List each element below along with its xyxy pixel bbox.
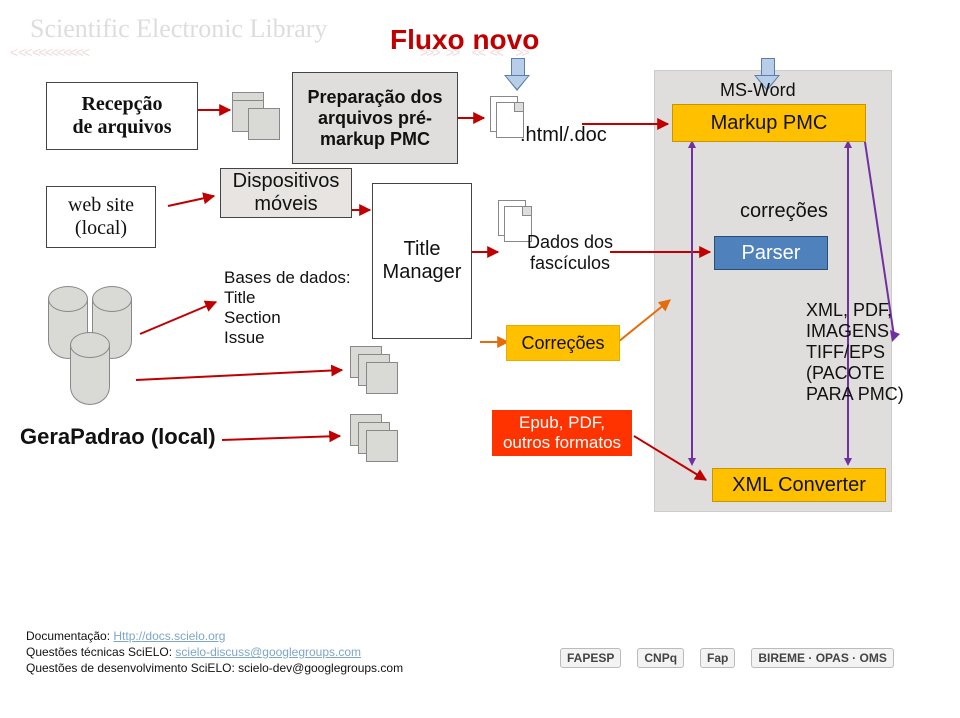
text: IMAGENS [806, 321, 946, 342]
text: Preparação dos [307, 87, 442, 108]
box-title-manager: Title Manager [372, 183, 472, 339]
label-correcoes: correções [740, 200, 828, 223]
text: PARA PMC) [806, 384, 946, 405]
footer-doc-link[interactable]: Http://docs.scielo.org [113, 629, 225, 643]
text: Bases de dados: [224, 268, 384, 288]
footer: Documentação: Http://docs.scielo.org Que… [26, 628, 403, 677]
text: (local) [75, 217, 127, 240]
text: móveis [254, 193, 317, 216]
label-dados: Dados dos fascículos [520, 232, 620, 274]
box-dispositivos: Dispositivos móveis [220, 168, 352, 218]
logo-fap: Fap [700, 648, 735, 668]
text: Dados dos [520, 232, 620, 253]
text: Recepção [81, 93, 162, 116]
logo-cnpq: CNPq [637, 648, 684, 668]
text: Epub, PDF, [519, 413, 605, 433]
page-title: Fluxo novo [390, 24, 539, 56]
text: Manager [383, 261, 462, 284]
arrow-down-icon [504, 58, 530, 92]
box-correcoes: Correções [506, 325, 620, 361]
text: Issue [224, 328, 384, 348]
text: XML, PDF, [806, 300, 946, 321]
box-website: web site (local) [46, 186, 156, 248]
logo-bireme: BIREME · OPAS · OMS [751, 648, 893, 668]
text: Section [224, 308, 384, 328]
text: web site [68, 194, 134, 217]
text: markup PMC [320, 129, 430, 150]
text: Title [403, 238, 440, 261]
text: fascículos [520, 253, 620, 274]
text: Dispositivos [233, 170, 340, 193]
box-markup-pmc: Markup PMC [672, 104, 866, 142]
footer-q1-label: Questões técnicas SciELO: [26, 645, 175, 659]
text: TIFF/EPS [806, 342, 946, 363]
watermark-chevrons-left: < << <<<<<<<<< [10, 44, 88, 60]
footer-q2-text: scielo-dev@googlegroups.com [238, 661, 403, 675]
label-gerapadrao: GeraPadrao (local) [20, 424, 216, 450]
text: (PACOTE [806, 363, 946, 384]
label-xml-output: XML, PDF, IMAGENS TIFF/EPS (PACOTE PARA … [806, 300, 946, 405]
footer-doc-label: Documentação: [26, 629, 113, 643]
text: arquivos pré- [318, 108, 432, 129]
box-recepcao: Recepção de arquivos [46, 82, 198, 150]
box-preparacao: Preparação dos arquivos pré- markup PMC [292, 72, 458, 164]
label-html-doc: .html/.doc [520, 124, 607, 147]
text: Title [224, 288, 384, 308]
footer-q1-link[interactable]: scielo-discuss@googlegroups.com [175, 645, 361, 659]
box-xml-converter: XML Converter [712, 468, 886, 502]
watermark-text: Scientific Electronic Library [30, 14, 327, 44]
box-epub: Epub, PDF, outros formatos [492, 410, 632, 456]
bases-de-dados: Bases de dados: Title Section Issue [224, 268, 384, 348]
logo-fapesp: FAPESP [560, 648, 621, 668]
box-parser: Parser [714, 236, 828, 270]
label-msword: MS-Word [720, 80, 796, 101]
footer-logos: FAPESP CNPq Fap BIREME · OPAS · OMS [560, 648, 894, 668]
cylinder-icon [70, 344, 108, 404]
footer-q2-label: Questões de desenvolvimento SciELO: [26, 661, 238, 675]
text: outros formatos [503, 433, 621, 453]
text: de arquivos [72, 116, 171, 139]
